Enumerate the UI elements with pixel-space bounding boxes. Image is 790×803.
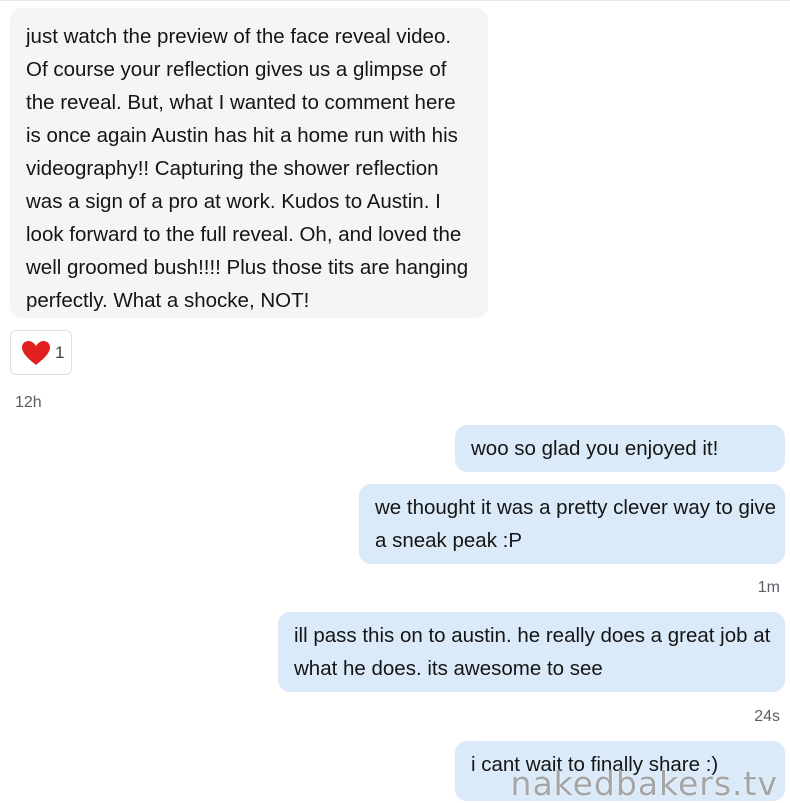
message-timestamp: 1m	[757, 579, 780, 596]
message-timestamp: 12h	[15, 394, 42, 411]
heart-icon	[21, 340, 51, 366]
outgoing-message-bubble[interactable]: we thought it was a pretty clever way to…	[359, 484, 785, 564]
header-divider	[0, 0, 790, 1]
incoming-message-bubble[interactable]: just watch the preview of the face revea…	[10, 8, 488, 318]
outgoing-message-bubble[interactable]: ill pass this on to austin. he really do…	[278, 612, 785, 692]
outgoing-message-bubble[interactable]: i cant wait to finally share :)	[455, 741, 785, 801]
message-timestamp: 24s	[754, 708, 780, 725]
reaction-count: 1	[55, 342, 65, 362]
reaction-chip[interactable]: 1	[10, 330, 72, 375]
outgoing-message-bubble[interactable]: woo so glad you enjoyed it!	[455, 425, 785, 472]
